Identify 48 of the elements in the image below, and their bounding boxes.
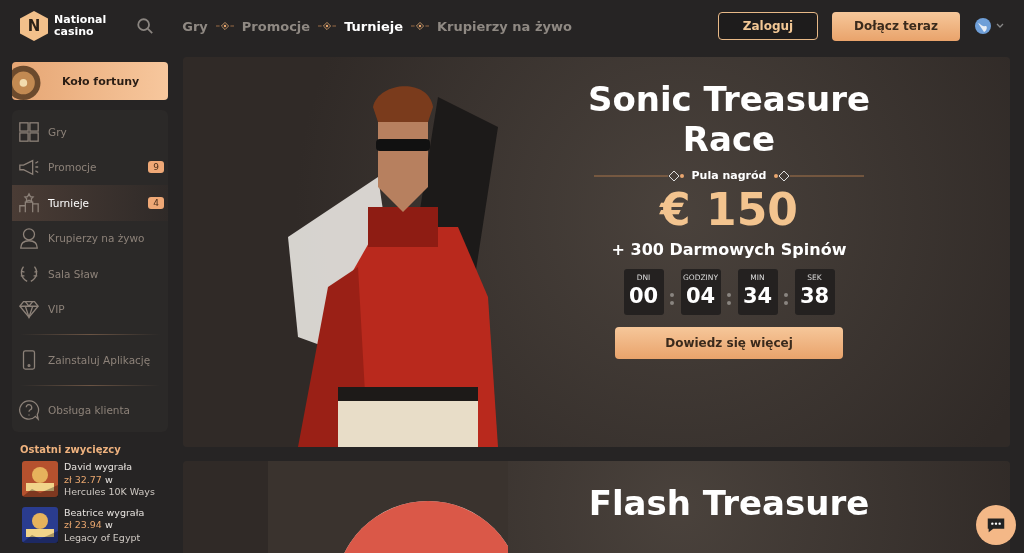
count-badge: 9 [148,161,164,174]
help-icon [18,399,40,422]
logo-icon[interactable]: N [20,11,48,41]
nav-link[interactable]: Gry [182,18,208,34]
winner-name: David wygrała [64,461,134,474]
tournament-title: Flash Treasure [587,483,871,523]
menu-item[interactable]: Sala Sław [12,256,168,292]
nav-link[interactable]: Krupierzy na żywo [437,18,572,34]
diamond-icon [411,21,430,31]
free-spins-text: + 300 Darmowych Spinów [611,240,847,259]
prize-amount: € 150 [660,184,798,236]
game-name[interactable]: Hercules 10K Ways [64,486,155,499]
menu-item[interactable]: Turnieje 4 [12,185,168,221]
menu-item[interactable]: VIP [12,291,168,327]
win-amount: zł 23.94 [64,519,102,530]
logo-text[interactable]: National casino [54,14,107,38]
tournament-title: Sonic Treasure Race [586,79,872,159]
person-icon [18,227,40,250]
wheel-of-fortune-button[interactable]: Koło fortuny [12,62,168,100]
menu-item[interactable]: Gry [12,114,168,150]
divider-ornament-icon [593,169,684,182]
section-heading: Ostatni zwycięzcy [20,444,122,455]
search-icon[interactable] [136,17,155,35]
menu-item[interactable]: Obsługa klienta [12,392,168,428]
prize-pool-label: Pula nagród [691,169,767,182]
winner-text: w [104,473,113,485]
menu-item[interactable]: Krupierzy na żywo [12,220,168,256]
diamond-icon [318,21,337,31]
game-name[interactable]: Legacy of Egypt [64,531,145,544]
colon-icon [783,293,789,305]
globe-icon[interactable] [974,16,1004,36]
nav-link[interactable]: Turnieje [344,18,404,34]
diamond-icon [215,21,234,31]
nav-link[interactable]: Promocje [241,18,311,34]
count-badge: 4 [148,196,164,209]
podium-icon [18,191,40,214]
login-button[interactable]: Zaloguj [718,12,818,40]
join-button[interactable]: Dołącz teraz [832,11,960,41]
winner-name: Beatrice wygrała [64,506,145,519]
colon-icon [669,293,675,305]
winner-text: w [104,519,113,530]
divider-ornament-icon [774,169,865,182]
menu-item[interactable]: Zainstaluj Aplikację [12,342,168,378]
menu-item[interactable]: Promocje 9 [12,149,168,185]
learn-more-button[interactable]: Dowiedz się więcej [615,327,843,359]
colon-icon [726,293,732,305]
win-amount: zł 32.77 [64,473,102,485]
diamond-icon [18,298,40,321]
